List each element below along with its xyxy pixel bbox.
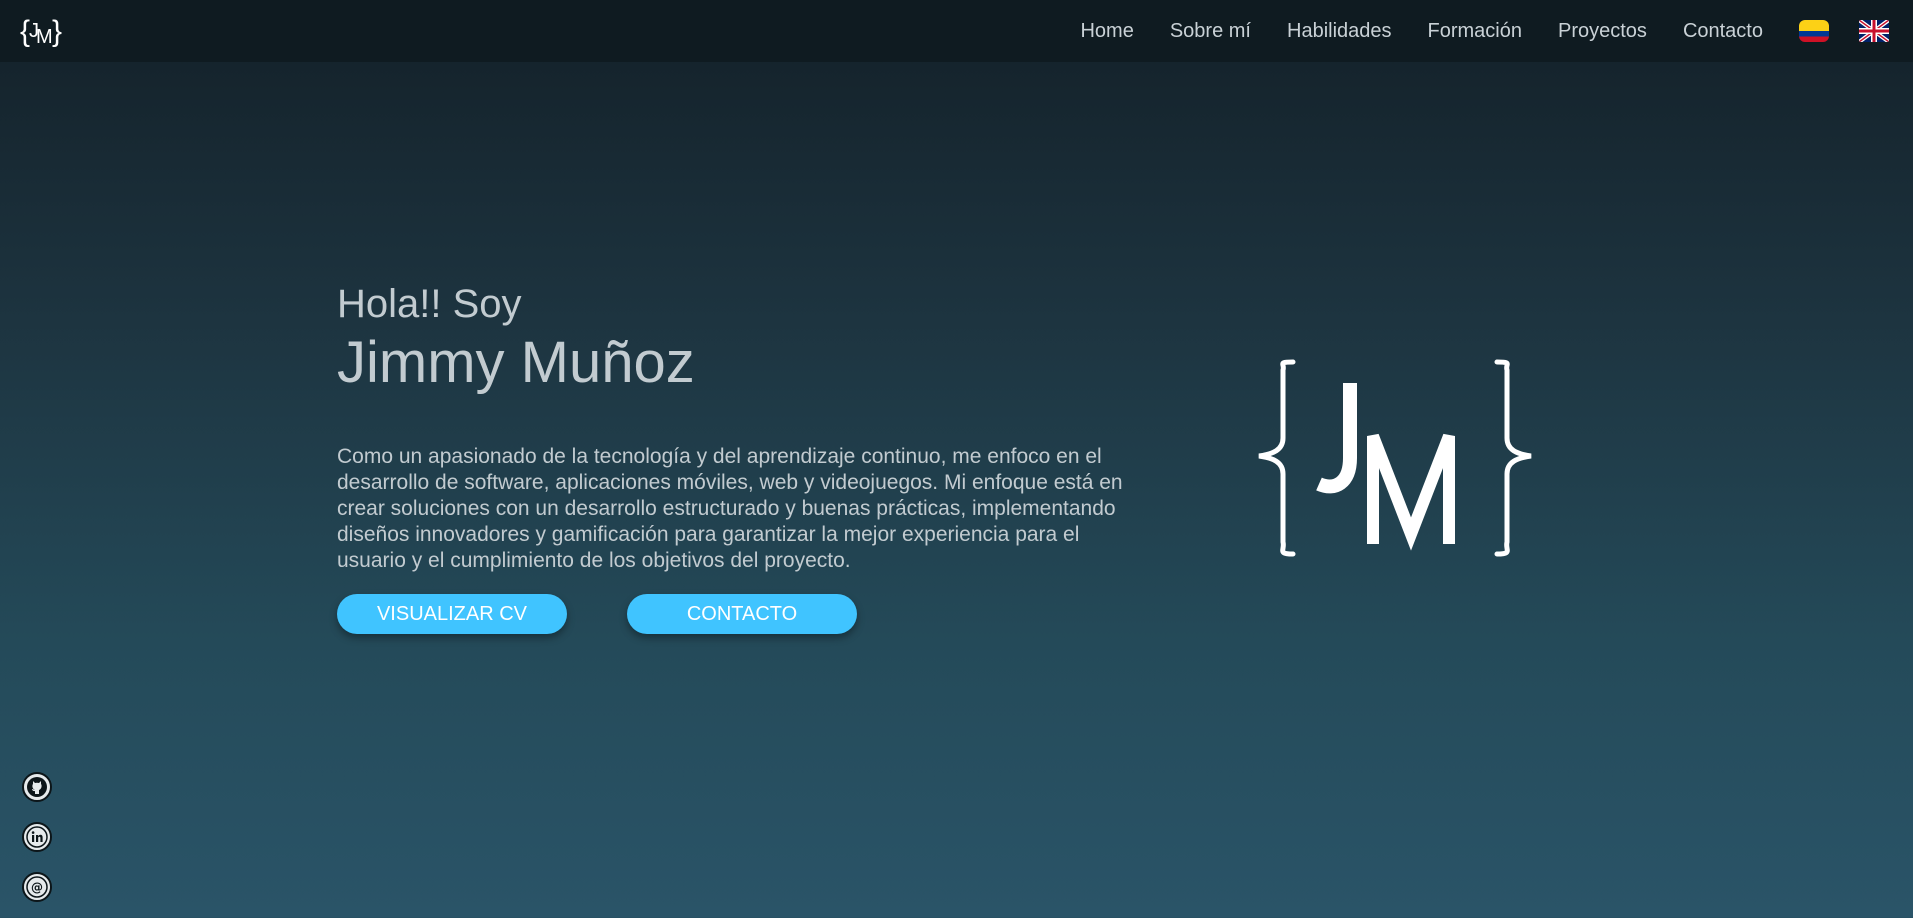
view-cv-button[interactable]: VISUALIZAR CV (337, 594, 567, 634)
hero-bio: Como un apasionado de la tecnología y de… (337, 445, 1123, 572)
svg-text:@: @ (31, 881, 43, 895)
contact-button[interactable]: CONTACTO (627, 594, 857, 634)
nav-link-habilidades[interactable]: Habilidades (1287, 20, 1392, 43)
nav-links: Home Sobre mí Habilidades Formación Proy… (1080, 0, 1913, 62)
hero-buttons: VISUALIZAR CV CONTACTO (337, 594, 1137, 634)
email-at-icon[interactable]: @ (22, 872, 52, 902)
linkedin-icon[interactable] (22, 822, 52, 852)
github-icon[interactable] (22, 772, 52, 802)
nav-link-formacion[interactable]: Formación (1428, 20, 1522, 43)
jm-large-logo-icon (1255, 358, 1535, 558)
hero-greeting: Hola!! Soy (337, 282, 522, 326)
nav-link-home[interactable]: Home (1080, 20, 1133, 43)
nav-link-contacto[interactable]: Contacto (1683, 20, 1763, 43)
jm-brace-logo-icon[interactable]: { J M } (18, 10, 62, 50)
nav-link-proyectos[interactable]: Proyectos (1558, 20, 1647, 43)
colombia-flag-icon[interactable] (1799, 20, 1829, 42)
social-links: @ (22, 772, 52, 918)
nav-link-sobre-mi[interactable]: Sobre mí (1170, 20, 1251, 43)
svg-text:}: } (52, 15, 62, 48)
hero-name: Jimmy Muñoz (337, 330, 695, 395)
hero-section: Hola!! Soy Jimmy Muñoz Como un apasionad… (337, 280, 1137, 634)
uk-flag-icon[interactable] (1859, 20, 1889, 42)
svg-text:M: M (36, 26, 53, 48)
navbar: { J M } Home Sobre mí Habilidades Formac… (0, 0, 1913, 62)
